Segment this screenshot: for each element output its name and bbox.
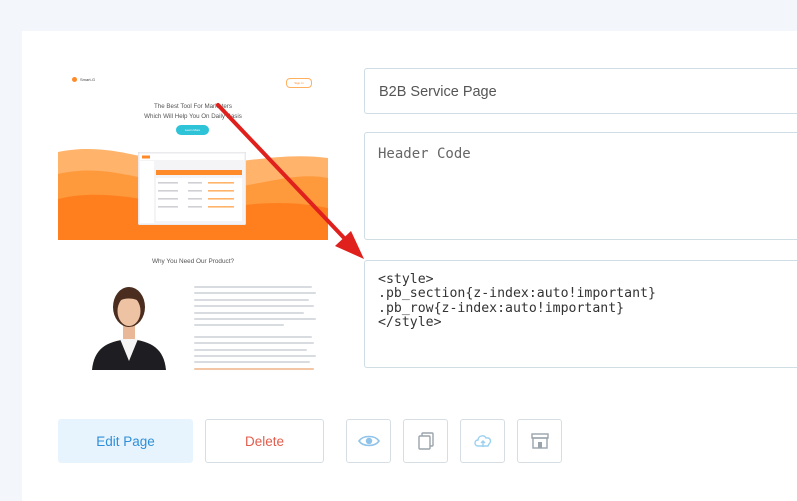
custom-code-textarea[interactable]: <style> .pb_section{z-index:auto!importa… (364, 260, 797, 368)
thumbnail-laptop-mockup (138, 152, 246, 225)
thumbnail-cta: Learn More (176, 125, 209, 135)
logo-icon (72, 77, 77, 82)
custom-code-value: <style> .pb_section{z-index:auto!importa… (378, 272, 656, 331)
edit-page-button[interactable]: Edit Page (58, 419, 193, 463)
page-title-value: B2B Service Page (379, 84, 497, 100)
thumbnail-body-text (194, 286, 316, 370)
thumbnail-logo: Smart-G (72, 77, 95, 82)
duplicate-button[interactable] (403, 419, 448, 463)
cloud-upload-icon (473, 435, 491, 447)
page-title-input[interactable]: B2B Service Page (364, 68, 797, 114)
store-icon (530, 433, 549, 449)
thumbnail-section-title: Why You Need Our Product? (151, 258, 235, 265)
template-button[interactable] (517, 419, 562, 463)
copy-icon (417, 432, 434, 450)
thumbnail-headline: The Best Tool For Marketers Which Will H… (58, 102, 328, 122)
upload-button[interactable] (460, 419, 505, 463)
thumbnail-headline-line2: Which Will Help You On Daily Basis (144, 113, 242, 120)
thumbnail-brand: Smart-G (80, 77, 96, 82)
delete-button[interactable]: Delete (205, 419, 324, 463)
thumbnail-nav-button: Sign In (286, 78, 312, 88)
eye-icon (357, 435, 380, 447)
person-image (92, 287, 166, 370)
page-thumbnail[interactable]: Smart-G Sign In The Best Tool For Market… (58, 72, 328, 370)
header-code-textarea[interactable]: Header Code (364, 132, 797, 240)
thumbnail-headline-line1: The Best Tool For Marketers (154, 103, 232, 110)
header-code-placeholder: Header Code (378, 146, 471, 162)
preview-button[interactable] (346, 419, 391, 463)
thumbnail-hero: Smart-G Sign In The Best Tool For Market… (58, 72, 328, 240)
